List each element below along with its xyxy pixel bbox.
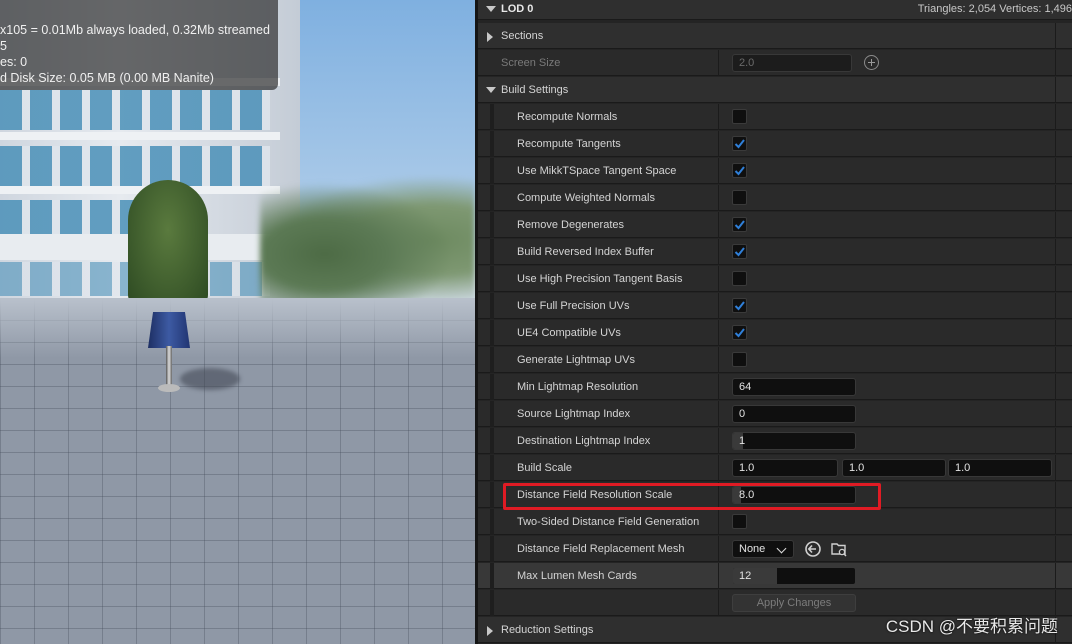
screen-size-row: Screen Size 2.0	[478, 50, 1072, 76]
expand-arrow-icon[interactable]	[487, 626, 493, 636]
lod-header[interactable]: LOD 0 Triangles: 2,054 Vertices: 1,496	[478, 0, 1072, 20]
highlight-annotation-box	[503, 483, 881, 510]
build-scale-y-input[interactable]: 1.0	[842, 459, 946, 477]
property-label: Use MikkTSpace Tangent Space	[517, 165, 677, 177]
add-icon[interactable]	[864, 55, 879, 70]
trees-background	[260, 170, 475, 310]
viewport-stats-overlay: x105 = 0.01Mb always loaded, 0.32Mb stre…	[0, 0, 278, 90]
property-label: Recompute Normals	[517, 111, 618, 123]
source-lightmap-index-input[interactable]: 0	[732, 405, 856, 423]
apply-changes-button[interactable]: Apply Changes	[732, 594, 856, 612]
high-precision-tangent-row: Use High Precision Tangent Basis	[478, 266, 1072, 292]
build-settings-label: Build Settings	[501, 84, 569, 96]
checkmark-icon	[734, 301, 745, 311]
ue4-compatible-uvs-row: UE4 Compatible UVs	[478, 320, 1072, 346]
details-panel: LOD 0 Triangles: 2,054 Vertices: 1,496 S…	[478, 0, 1072, 644]
max-lumen-mesh-cards-input[interactable]: 12	[732, 567, 856, 585]
property-label: Remove Degenerates	[517, 219, 625, 231]
mikktspace-checkbox[interactable]	[732, 163, 747, 178]
high-precision-tangent-checkbox[interactable]	[732, 271, 747, 286]
reversed-index-row: Build Reversed Index Buffer	[478, 239, 1072, 265]
ue4-compatible-uvs-checkbox[interactable]	[732, 325, 747, 340]
generate-lightmap-uvs-row: Generate Lightmap UVs	[478, 347, 1072, 373]
property-label: Use High Precision Tangent Basis	[517, 273, 683, 285]
lamp-mesh-shade[interactable]	[148, 312, 190, 348]
property-label: Build Reversed Index Buffer	[517, 246, 654, 258]
sections-label: Sections	[501, 30, 544, 42]
chevron-down-icon	[776, 543, 787, 554]
distance-field-replacement-mesh-row: Distance Field Replacement Mesh None	[478, 536, 1072, 562]
build-settings-header[interactable]: Build Settings	[478, 77, 1072, 103]
property-label: Build Scale	[517, 462, 573, 474]
reversed-index-checkbox[interactable]	[732, 244, 747, 259]
checkmark-icon	[734, 166, 745, 176]
checkmark-icon	[734, 220, 745, 230]
replacement-mesh-dropdown[interactable]: None	[732, 540, 794, 558]
remove-degenerates-row: Remove Degenerates	[478, 212, 1072, 238]
source-lightmap-index-row: Source Lightmap Index 0	[478, 401, 1072, 427]
min-lightmap-resolution-input[interactable]: 64	[732, 378, 856, 396]
build-scale-row: Build Scale 1.0 1.0 1.0	[478, 455, 1072, 481]
weighted-normals-row: Compute Weighted Normals	[478, 185, 1072, 211]
max-lumen-mesh-cards-row: Max Lumen Mesh Cards 12	[478, 563, 1072, 589]
recompute-tangents-checkbox[interactable]	[732, 136, 747, 151]
expand-arrow-icon[interactable]	[487, 32, 493, 42]
recompute-tangents-row: Recompute Tangents	[478, 131, 1072, 157]
checkmark-icon	[734, 139, 745, 149]
recompute-normals-checkbox[interactable]	[732, 109, 747, 124]
full-precision-uvs-checkbox[interactable]	[732, 298, 747, 313]
two-sided-distance-field-row: Two-Sided Distance Field Generation	[478, 509, 1072, 535]
property-label: Compute Weighted Normals	[517, 192, 655, 204]
watermark: CSDN @不要积累问题	[885, 617, 1058, 636]
full-precision-uvs-row: Use Full Precision UVs	[478, 293, 1072, 319]
build-scale-x-input[interactable]: 1.0	[732, 459, 838, 477]
min-lightmap-resolution-row: Min Lightmap Resolution 64	[478, 374, 1072, 400]
collapse-arrow-icon[interactable]	[486, 6, 496, 12]
build-scale-z-input[interactable]: 1.0	[948, 459, 1052, 477]
remove-degenerates-checkbox[interactable]	[732, 217, 747, 232]
sections-header[interactable]: Sections	[478, 23, 1072, 49]
screen-size-input[interactable]: 2.0	[732, 54, 852, 72]
checkmark-icon	[734, 328, 745, 338]
weighted-normals-checkbox[interactable]	[732, 190, 747, 205]
reduction-settings-label: Reduction Settings	[501, 624, 594, 636]
generate-lightmap-uvs-checkbox[interactable]	[732, 352, 747, 367]
property-label: Min Lightmap Resolution	[517, 381, 639, 393]
mikktspace-row: Use MikkTSpace Tangent Space	[478, 158, 1072, 184]
lod-label: LOD 0	[501, 3, 534, 15]
property-label: UE4 Compatible UVs	[517, 327, 621, 339]
tree-foreground	[128, 180, 208, 305]
collapse-arrow-icon[interactable]	[486, 87, 496, 93]
screen-size-label: Screen Size	[501, 57, 561, 69]
checkmark-icon	[734, 247, 745, 257]
stats-line: x105 = 0.01Mb always loaded, 0.32Mb stre…	[0, 23, 270, 37]
property-label: Source Lightmap Index	[517, 408, 631, 420]
lod-stats: Triangles: 2,054 Vertices: 1,496	[917, 3, 1072, 15]
property-label: Recompute Tangents	[517, 138, 621, 150]
property-label: Two-Sided Distance Field Generation	[517, 516, 700, 528]
two-sided-distance-field-checkbox[interactable]	[732, 514, 747, 529]
property-label: Destination Lightmap Index	[517, 435, 651, 447]
property-label: Max Lumen Mesh Cards	[517, 570, 637, 582]
property-label: Use Full Precision UVs	[517, 300, 630, 312]
property-label: Generate Lightmap UVs	[517, 354, 636, 366]
stats-line: es: 0	[0, 55, 28, 69]
property-label: Distance Field Replacement Mesh	[517, 543, 685, 555]
lamp-shadow	[180, 368, 240, 390]
stats-line: d Disk Size: 0.05 MB (0.00 MB Nanite)	[0, 71, 214, 85]
recompute-normals-row: Recompute Normals	[478, 104, 1072, 130]
lamp-mesh-base[interactable]	[158, 384, 180, 392]
lamp-mesh-pole[interactable]	[166, 346, 172, 386]
destination-lightmap-index-row: Destination Lightmap Index 1	[478, 428, 1072, 454]
stats-line: 5	[0, 39, 7, 53]
destination-lightmap-index-input[interactable]: 1	[732, 432, 856, 450]
use-selected-asset-icon[interactable]	[804, 540, 822, 558]
browse-asset-icon[interactable]	[830, 540, 848, 558]
level-viewport[interactable]: x105 = 0.01Mb always loaded, 0.32Mb stre…	[0, 0, 475, 644]
